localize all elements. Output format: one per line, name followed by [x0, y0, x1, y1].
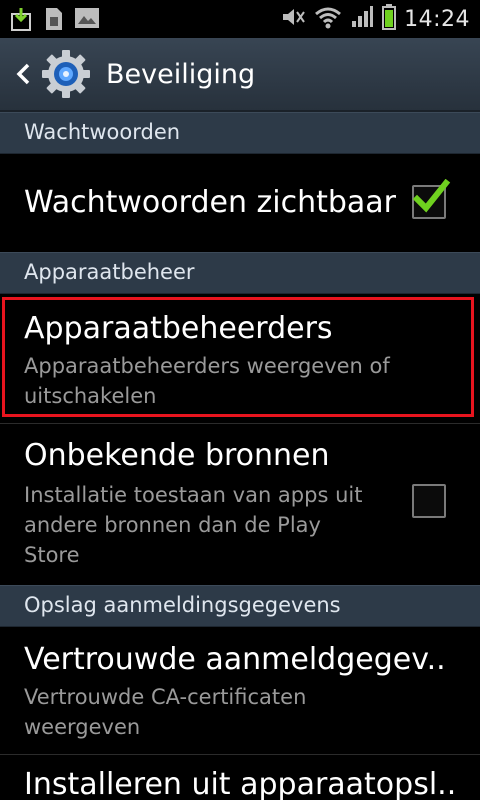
sim-card-icon — [44, 6, 64, 36]
section-header-passwords: Wachtwoorden — [0, 112, 480, 154]
setting-subtitle: Store — [24, 543, 80, 567]
setting-install-from-storage[interactable]: Installeren uit apparaatopsl.. — [0, 755, 480, 800]
checkmark-icon — [412, 179, 451, 213]
unknown-sources-checkbox[interactable] — [412, 484, 446, 518]
chevron-left-icon[interactable] — [10, 54, 36, 94]
section-header-credential-storage: Opslag aanmeldingsgegevens — [0, 585, 480, 627]
setting-title: Wachtwoorden zichtbaar — [24, 185, 396, 220]
page-title: Beveiliging — [106, 58, 256, 90]
battery-icon — [382, 4, 397, 34]
visible-passwords-checkbox[interactable] — [412, 179, 451, 219]
settings-gear-icon[interactable] — [38, 46, 94, 102]
setting-trusted-credentials[interactable]: Vertrouwde aanmeldgegev.. Vertrouwde CA-… — [0, 626, 480, 754]
status-bar: 14:24 — [0, 0, 480, 39]
setting-title: Installeren uit apparaatopsl.. — [24, 767, 457, 800]
action-bar: Beveiliging — [0, 38, 480, 112]
setting-subtitle: andere bronnen dan de Play — [24, 513, 321, 537]
clock: 14:24 — [404, 6, 470, 32]
section-header-label: Apparaatbeheer — [24, 260, 195, 284]
setting-title: Vertrouwde aanmeldgegev.. — [24, 642, 446, 677]
image-icon — [74, 6, 100, 36]
setting-subtitle: weergeven — [24, 715, 141, 739]
signal-icon — [350, 5, 374, 33]
section-header-label: Wachtwoorden — [24, 120, 181, 144]
setting-unknown-sources[interactable]: Onbekende bronnen Installatie toestaan v… — [0, 424, 480, 584]
section-header-label: Opslag aanmeldingsgegevens — [24, 593, 341, 617]
mute-icon — [280, 5, 306, 33]
selection-highlight — [2, 297, 474, 417]
setting-visible-passwords[interactable]: Wachtwoorden zichtbaar — [0, 153, 480, 251]
section-header-device-admin: Apparaatbeheer — [0, 252, 480, 294]
download-icon — [10, 6, 34, 36]
setting-subtitle: Vertrouwde CA-certificaten — [24, 685, 307, 709]
wifi-icon — [314, 5, 342, 33]
setting-title: Onbekende bronnen — [24, 438, 330, 473]
setting-subtitle: Installatie toestaan van apps uit — [24, 483, 363, 507]
